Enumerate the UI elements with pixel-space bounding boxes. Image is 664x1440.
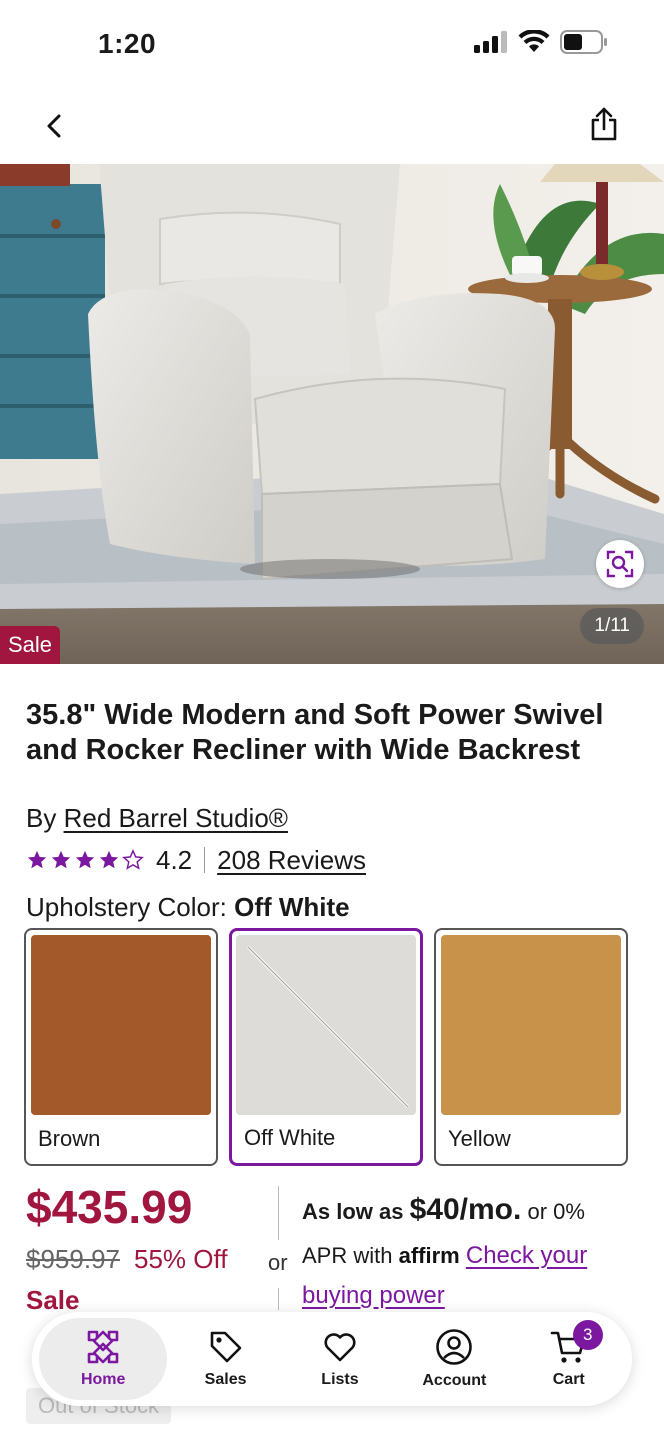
visual-search-button[interactable] [596,540,644,588]
swatch-off-white[interactable]: Off White [229,928,423,1166]
bottom-tab-bar: Home Sales Lists Account 3 Cart [32,1312,632,1406]
wifi-icon [518,30,550,52]
discount-label: 55% Off [133,1244,228,1274]
financing-line-3: buying power [302,1278,642,1314]
color-label: Upholstery Color: Off White [26,892,350,923]
cart-count-badge: 3 [572,1320,603,1350]
swatch-color-brown [31,935,211,1115]
heart-icon [324,1333,356,1362]
current-price: $435.99 [26,1181,193,1233]
product-image-gallery[interactable]: Sale 1/11 [0,164,664,664]
affirm-rate: or 0% [527,1199,585,1224]
swatch-label: Off White [244,1125,336,1150]
share-button[interactable] [582,102,626,146]
original-price-row: $959.97 55% Off [26,1244,227,1275]
price-divider [278,1288,279,1310]
star-filled-icon [99,850,119,869]
tab-cart[interactable]: 3 Cart [513,1318,625,1400]
buying-power-link[interactable]: buying power [302,1282,445,1309]
affirm-amount: $40/mo. [409,1193,522,1226]
brand-link[interactable]: Red Barrel Studio® [64,803,288,833]
sale-badge: Sale [0,626,61,664]
visual-search-icon [606,550,634,578]
product-image [0,164,664,664]
image-counter: 1/11 [580,608,644,644]
color-label-text: Upholstery Color: [26,892,227,922]
swatch-brown[interactable]: Brown [24,928,218,1166]
affirm-logo: affirm [398,1243,460,1268]
tab-sales[interactable]: Sales [170,1318,282,1400]
tab-label: Sales [204,1371,247,1388]
color-swatches: Brown Off White Yellow [24,928,628,1166]
financing-line-2: APR with affirm Check your [302,1234,642,1278]
star-empty-icon [122,849,144,870]
tab-lists[interactable]: Lists [284,1318,396,1400]
share-icon [591,107,617,141]
price-divider [278,1186,279,1240]
tab-label: Home [80,1371,126,1388]
nav-bar [0,90,664,164]
star-filled-icon [75,850,95,869]
brand-prefix: By [26,803,57,833]
price-block: $435.99 $959.97 55% Off Sale [26,1180,227,1316]
swatch-label: Yellow [448,1126,511,1151]
swatch-color-yellow [441,935,621,1115]
status-time: 1:20 [98,28,157,59]
star-filled-icon [27,850,47,869]
selected-color: Off White [234,892,350,922]
tab-label: Account [422,1372,487,1389]
battery-icon [560,30,607,54]
tab-account[interactable]: Account [398,1318,510,1400]
product-title: 35.8" Wide Modern and Soft Power Swivel … [26,699,604,766]
or-text: or [268,1250,288,1275]
check-buying-power-link[interactable]: Check your [466,1242,587,1269]
tag-icon [210,1331,241,1363]
star-rating [26,849,144,871]
back-button[interactable] [32,104,76,148]
financing-line-1: As low as $40/mo. or 0% [302,1188,642,1234]
rating-value: 4.2 [156,844,193,875]
account-icon [436,1329,473,1365]
rating-divider [204,847,206,873]
star-filled-icon [51,850,71,869]
tab-label: Lists [321,1371,359,1388]
home-icon [87,1330,119,1364]
tab-home[interactable]: Home [39,1318,168,1400]
cellular-signal-icon [474,31,507,53]
swatch-yellow[interactable]: Yellow [434,928,628,1166]
rating-row: 4.2 208 Reviews [26,843,366,877]
financing-block: As low as $40/mo. or 0% APR with affirm … [302,1188,642,1314]
reviews-link[interactable]: 208 Reviews [217,845,366,876]
affirm-apr: APR with [302,1243,393,1268]
status-bar: 1:20 [0,0,664,90]
brand-line: By Red Barrel Studio® [26,803,288,834]
tab-label: Cart [552,1371,585,1388]
affirm-prefix: As low as [302,1199,404,1224]
chevron-left-icon [47,114,61,138]
status-icons [474,30,608,54]
original-price: $959.97 [26,1244,120,1274]
unavailable-strike-icon [246,945,410,1109]
swatch-label: Brown [38,1126,101,1151]
